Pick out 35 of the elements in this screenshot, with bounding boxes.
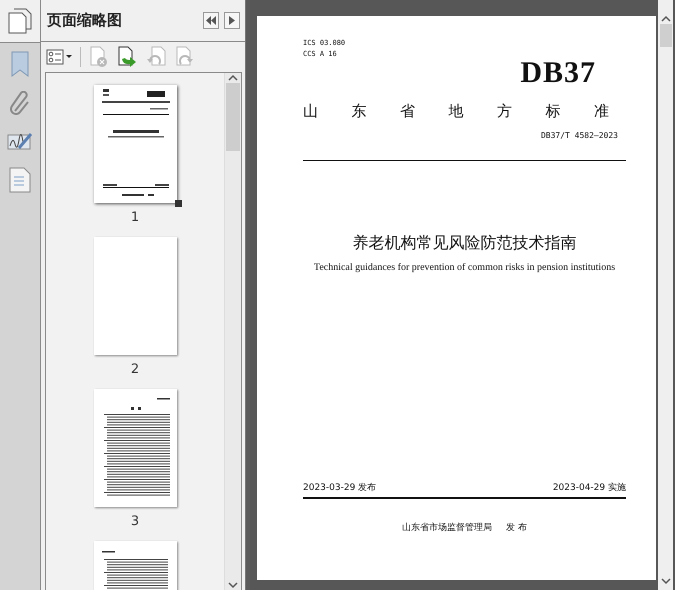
scroll-down-icon[interactable] bbox=[227, 580, 240, 590]
expand-button[interactable] bbox=[224, 12, 240, 29]
panel-title: 页面缩略图 bbox=[47, 11, 123, 30]
page-thumbnail[interactable] bbox=[94, 389, 177, 507]
document-subtitle: Technical guidances for prevention of common risks in pension institutions bbox=[314, 262, 616, 273]
toolbar-button[interactable] bbox=[46, 49, 72, 65]
rotate-left-icon bbox=[147, 46, 167, 68]
scroll-down-icon[interactable] bbox=[660, 576, 672, 586]
page-number: 3 bbox=[130, 514, 140, 529]
page-thumbnail[interactable] bbox=[94, 237, 177, 355]
right-icon bbox=[229, 16, 236, 25]
standard-logo: DB37 bbox=[520, 58, 596, 88]
pages-icon[interactable] bbox=[8, 8, 32, 34]
delete-page-icon bbox=[89, 46, 109, 68]
issue-label: 发 布 bbox=[506, 522, 527, 534]
options-icon bbox=[46, 49, 72, 65]
page-thumbnail[interactable] bbox=[94, 85, 177, 203]
resize-handle[interactable] bbox=[174, 200, 182, 207]
release-date: 2023-03-29 发布 bbox=[303, 482, 376, 494]
issuer: 山东省市场监督管理局 bbox=[402, 522, 492, 534]
scrollbar-thumb[interactable] bbox=[660, 24, 672, 47]
double-left-icon bbox=[206, 16, 216, 25]
page-number: 2 bbox=[130, 362, 140, 377]
page-number: 1 bbox=[130, 210, 140, 225]
effective-date: 2023-04-29 实施 bbox=[552, 482, 626, 494]
document-title: 养老机构常见风险防范技术指南 bbox=[352, 233, 576, 254]
collapse-button[interactable] bbox=[203, 12, 220, 29]
paperclip-icon[interactable] bbox=[9, 91, 31, 117]
scrollbar-thumb[interactable] bbox=[226, 83, 240, 151]
standard-number: DB37/T 4582—2023 bbox=[540, 131, 618, 140]
standard-heading: 山东省地方标准 bbox=[303, 102, 644, 121]
scroll-up-icon[interactable] bbox=[227, 73, 240, 83]
rotate-right-icon bbox=[175, 46, 195, 68]
document-icon[interactable] bbox=[9, 167, 31, 193]
scroll-up-icon[interactable] bbox=[660, 14, 672, 24]
